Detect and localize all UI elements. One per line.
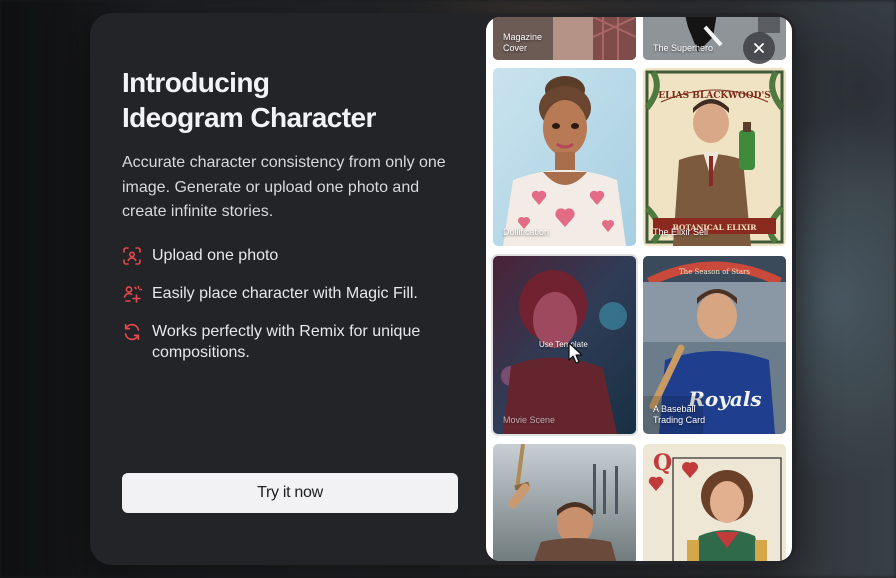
card-label: A Baseball Trading Card — [653, 404, 706, 425]
modal-title-line1: Introducing — [122, 67, 270, 98]
feature-item: Easily place character with Magic Fill. — [122, 283, 462, 304]
close-button[interactable] — [743, 32, 775, 64]
feature-text: Easily place character with Magic Fill. — [152, 285, 418, 302]
elixir-seller-thumbnail: ELIAS BLACKWOOD'S BOTANICAL ELIXIR — [643, 68, 786, 246]
playing-card-thumbnail: Q — [643, 444, 786, 561]
feature-list: Upload one photo Easily place character … — [122, 245, 462, 380]
feature-item: Upload one photo — [122, 245, 462, 266]
feature-text: Upload one photo — [152, 247, 279, 264]
elixir-banner-text: ELIAS BLACKWOOD'S — [658, 91, 770, 101]
template-card-baseball-trading-card[interactable]: The Season of Stars Royals A Baseball Tr… — [643, 256, 786, 434]
close-icon — [754, 43, 764, 53]
remix-icon — [124, 323, 140, 341]
stadium-sign-text: The Season of Stars — [679, 268, 750, 276]
scan-face-icon — [123, 247, 141, 265]
card-label: The Elixir Sell — [653, 227, 709, 237]
card-label: Movie Scene — [503, 415, 556, 425]
mouse-cursor-icon — [568, 342, 583, 364]
modal-title-line2: Ideogram Character — [122, 102, 376, 133]
template-card-warrior[interactable] — [493, 444, 636, 561]
template-card-movie-scene[interactable]: Use Template Movie Scene — [491, 254, 638, 436]
introducing-character-modal: Introducing Ideogram Character Accurate … — [90, 13, 796, 565]
modal-info-panel: Introducing Ideogram Character Accurate … — [122, 13, 462, 565]
modal-description: Accurate character consistency from only… — [122, 154, 446, 220]
dollification-thumbnail — [493, 68, 636, 246]
warrior-thumbnail — [493, 444, 636, 561]
try-it-now-button[interactable]: Try it now — [122, 473, 458, 513]
template-card-magazine-cover[interactable]: Magazine Cover — [493, 17, 636, 60]
feature-item: Works perfectly with Remix for unique co… — [122, 321, 462, 363]
magic-fill-icon — [123, 285, 142, 303]
template-gallery[interactable]: Magazine Cover The Superhero Dollificati… — [486, 17, 792, 561]
card-label: Magazine Cover — [503, 32, 543, 53]
template-card-playing-card[interactable]: Q — [643, 444, 786, 561]
card-label: Dollification — [503, 227, 550, 237]
template-card-dollification[interactable]: Dollification — [493, 68, 636, 246]
card-rank-text: Q — [653, 450, 672, 476]
feature-text: Works perfectly with Remix for unique co… — [152, 323, 421, 361]
modal-title: Introducing Ideogram Character — [122, 65, 462, 135]
template-card-the-elixir-seller[interactable]: ELIAS BLACKWOOD'S BOTANICAL ELIXIR The E… — [643, 68, 786, 246]
